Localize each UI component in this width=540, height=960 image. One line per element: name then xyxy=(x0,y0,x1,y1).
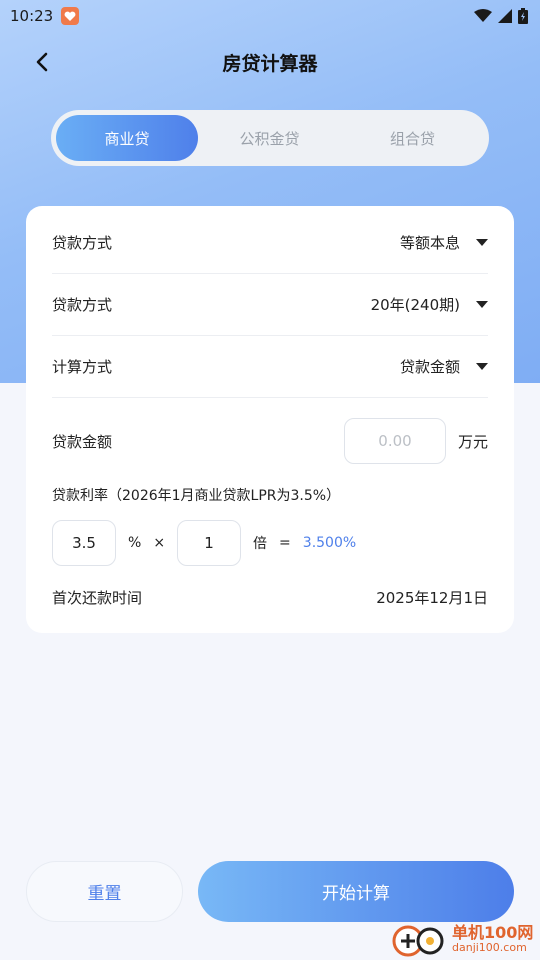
first-payment-date[interactable]: 2025年12月1日 xyxy=(376,587,488,608)
multiplier-unit: 倍 xyxy=(253,536,268,552)
back-button[interactable] xyxy=(28,48,56,76)
calc-method-label: 计算方式 xyxy=(52,358,113,376)
loan-amount-label: 贷款金额 xyxy=(52,432,113,451)
calc-method-select[interactable]: 贷款金额 xyxy=(400,356,488,377)
wifi-icon xyxy=(474,9,492,22)
watermark-logo-icon xyxy=(392,919,448,959)
signal-icon xyxy=(498,9,512,23)
loan-term-value: 20年(240期) xyxy=(370,296,460,314)
watermark: 单机100网 danji100.com xyxy=(392,918,540,960)
first-payment-row[interactable]: 首次还款时间 2025年12月1日 xyxy=(52,584,488,610)
status-time: 10:23 xyxy=(10,7,54,25)
rate-multiplier-input[interactable]: 1 xyxy=(177,520,242,566)
first-payment-label: 首次还款时间 xyxy=(52,588,143,607)
rate-title-row: 贷款利率（2026年1月商业贷款LPR为3.5%） xyxy=(52,484,488,506)
base-rate-input[interactable]: 3.5 xyxy=(52,520,116,566)
watermark-main: 单机100网 xyxy=(452,923,534,943)
app-notification-icon xyxy=(61,7,80,25)
times-symbol: × xyxy=(153,535,166,551)
dropdown-arrow-icon xyxy=(476,363,488,370)
tab-provident-fund-loan[interactable]: 公积金贷 xyxy=(198,115,341,161)
watermark-text: 单机100网 danji100.com xyxy=(452,924,533,954)
loan-amount-group: 万元 xyxy=(343,418,488,464)
loan-amount-input[interactable] xyxy=(343,418,446,464)
calc-method-value: 贷款金额 xyxy=(399,358,460,376)
loan-term-label: 贷款方式 xyxy=(52,296,113,314)
start-calculation-button[interactable]: 开始计算 xyxy=(198,861,514,922)
tab-combined-loan[interactable]: 组合贷 xyxy=(341,115,484,161)
calc-method-row[interactable]: 计算方式 贷款金额 xyxy=(52,336,488,398)
page-title: 房贷计算器 xyxy=(222,52,318,75)
loan-term-select[interactable]: 20年(240期) xyxy=(371,294,488,315)
tab-commercial-loan[interactable]: 商业贷 xyxy=(56,115,198,161)
dropdown-arrow-icon xyxy=(476,239,488,246)
chevron-left-icon xyxy=(36,52,48,72)
battery-icon xyxy=(518,8,528,24)
rate-result: 3.500% xyxy=(302,535,357,551)
equals-symbol: = xyxy=(279,535,291,551)
rate-input-row: 3.5 % × 1 倍 = 3.500% xyxy=(52,520,488,566)
reset-button[interactable]: 重置 xyxy=(26,861,183,922)
app-header: 房贷计算器 xyxy=(0,40,540,84)
repay-method-value: 等额本息 xyxy=(399,234,460,252)
repay-method-label: 贷款方式 xyxy=(52,234,113,252)
status-bar: 10:23 xyxy=(0,0,540,32)
rate-title: 贷款利率（2026年1月商业贷款LPR为3.5%） xyxy=(52,488,341,504)
loan-form-card: 贷款方式 等额本息 贷款方式 20年(240期) 计算方式 贷款金额 贷款金额 … xyxy=(26,206,514,633)
percent-symbol: % xyxy=(128,535,142,551)
repay-method-select[interactable]: 等额本息 xyxy=(400,232,488,253)
repay-method-row[interactable]: 贷款方式 等额本息 xyxy=(52,212,488,274)
dropdown-arrow-icon xyxy=(476,301,488,308)
loan-amount-unit: 万元 xyxy=(457,432,488,451)
loan-amount-row: 贷款金额 万元 xyxy=(52,418,488,464)
loan-type-tabs: 商业贷 公积金贷 组合贷 xyxy=(51,110,489,166)
watermark-sub: danji100.com xyxy=(452,940,527,954)
loan-term-row[interactable]: 贷款方式 20年(240期) xyxy=(52,274,488,336)
